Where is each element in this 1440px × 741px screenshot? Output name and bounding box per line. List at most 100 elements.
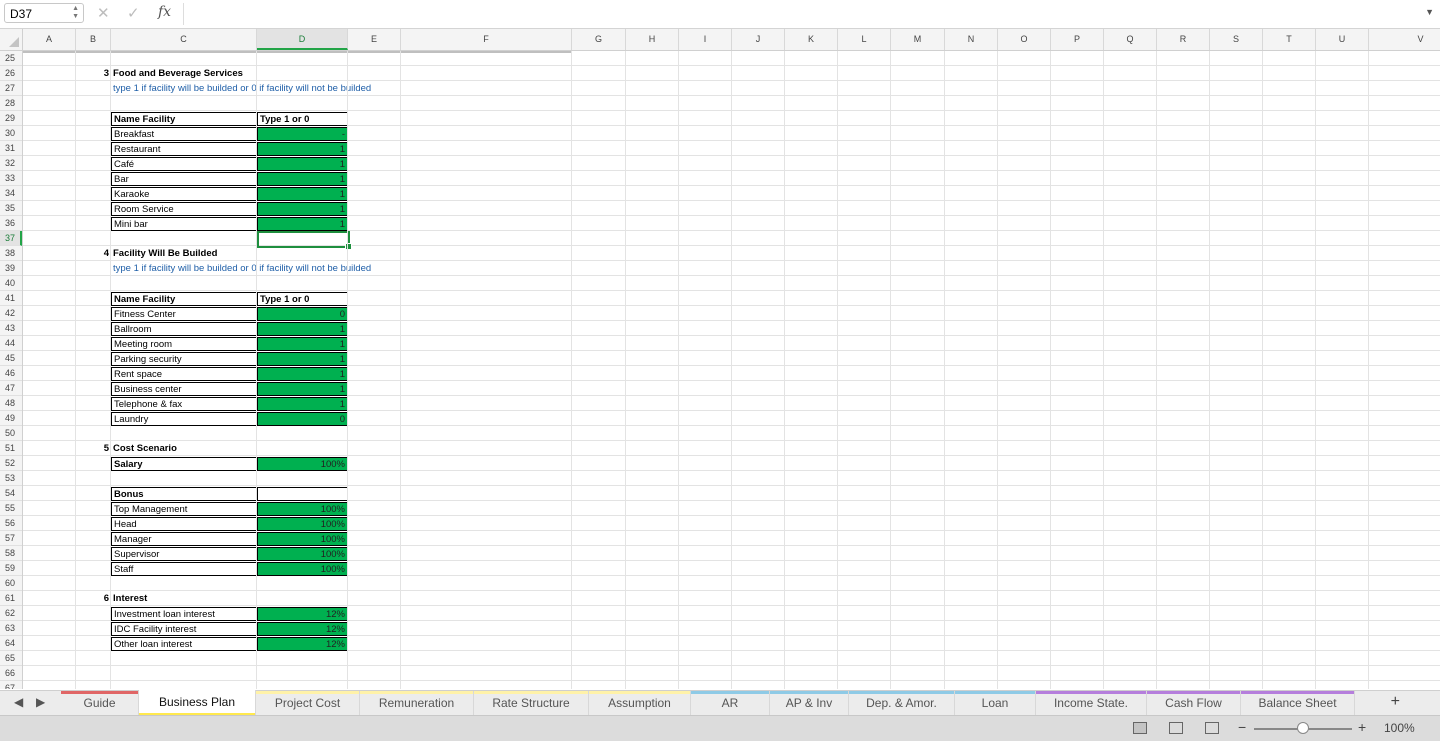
row-header[interactable]: 41	[0, 291, 22, 306]
page-layout-view-icon[interactable]	[1169, 722, 1183, 734]
row-header[interactable]: 59	[0, 561, 22, 576]
add-sheet-button[interactable]: +	[1391, 693, 1400, 711]
zoom-out-button[interactable]: −	[1238, 719, 1246, 735]
column-header-m[interactable]: M	[891, 29, 945, 50]
row-header[interactable]: 55	[0, 501, 22, 516]
row-header[interactable]: 47	[0, 381, 22, 396]
select-all-button[interactable]	[0, 29, 23, 50]
row-header[interactable]: 56	[0, 516, 22, 531]
chevron-down-icon[interactable]: ▼	[1425, 7, 1434, 17]
table-cell-name[interactable]: Café	[111, 157, 258, 171]
row-header[interactable]: 33	[0, 171, 22, 186]
table-cell-value[interactable]: 100%	[257, 562, 348, 576]
check-icon[interactable]: ✓	[127, 4, 140, 22]
table-cell-name[interactable]: Restaurant	[111, 142, 258, 156]
row-header[interactable]: 38	[0, 246, 22, 261]
table-cell-value[interactable]: 1	[257, 187, 348, 201]
column-header-c[interactable]: C	[111, 29, 257, 50]
table-cell-value[interactable]: 1	[257, 172, 348, 186]
row-header[interactable]: 64	[0, 636, 22, 651]
column-header-q[interactable]: Q	[1104, 29, 1157, 50]
row-header[interactable]: 27	[0, 81, 22, 96]
row-header[interactable]: 51	[0, 441, 22, 456]
selected-cell[interactable]	[257, 231, 352, 250]
row-header[interactable]: 62	[0, 606, 22, 621]
table-cell-name[interactable]: Staff	[111, 562, 258, 576]
table-cell-name[interactable]: IDC Facility interest	[111, 622, 258, 636]
table-cell-value[interactable]: 12%	[257, 637, 348, 651]
zoom-in-button[interactable]: +	[1358, 719, 1366, 735]
table-cell-name[interactable]: Ballroom	[111, 322, 258, 336]
column-header-l[interactable]: L	[838, 29, 891, 50]
table-cell-name[interactable]: Investment loan interest	[111, 607, 258, 621]
column-header-d[interactable]: D	[257, 29, 348, 50]
table-cell-value[interactable]: 100%	[257, 517, 348, 531]
table-cell-value[interactable]: 100%	[257, 547, 348, 561]
table-cell-value[interactable]: 1	[257, 322, 348, 336]
row-header[interactable]: 42	[0, 306, 22, 321]
sheet-tab-income-state[interactable]: Income State.	[1036, 691, 1147, 715]
salary-value[interactable]: 100%	[257, 457, 348, 471]
row-header[interactable]: 54	[0, 486, 22, 501]
row-header[interactable]: 50	[0, 426, 22, 441]
sheet-tab-rate-structure[interactable]: Rate Structure	[474, 691, 589, 715]
row-header[interactable]: 43	[0, 321, 22, 336]
table-cell-value[interactable]: 100%	[257, 532, 348, 546]
column-header-k[interactable]: K	[785, 29, 838, 50]
table-cell-name[interactable]: Breakfast	[111, 127, 258, 141]
zoom-slider-handle[interactable]	[1297, 722, 1309, 734]
row-header[interactable]: 49	[0, 411, 22, 426]
close-icon[interactable]: ✕	[97, 4, 110, 22]
row-header[interactable]: 25	[0, 51, 22, 66]
table-cell-name[interactable]: Meeting room	[111, 337, 258, 351]
column-header-s[interactable]: S	[1210, 29, 1263, 50]
bonus-header[interactable]: Bonus	[111, 487, 258, 501]
table-header-type[interactable]: Type 1 or 0	[257, 112, 348, 126]
row-header[interactable]: 61	[0, 591, 22, 606]
table-cell-name[interactable]: Parking security	[111, 352, 258, 366]
column-header-h[interactable]: H	[626, 29, 679, 50]
table-cell-value[interactable]: 0	[257, 412, 348, 426]
row-header[interactable]: 39	[0, 261, 22, 276]
table-cell-value[interactable]: 1	[257, 352, 348, 366]
bonus-header-value[interactable]	[257, 487, 348, 501]
column-header-b[interactable]: B	[76, 29, 111, 50]
row-header[interactable]: 63	[0, 621, 22, 636]
column-header-n[interactable]: N	[945, 29, 998, 50]
table-cell-name[interactable]: Rent space	[111, 367, 258, 381]
table-cell-name[interactable]: Telephone & fax	[111, 397, 258, 411]
table-cell-value[interactable]: 1	[257, 382, 348, 396]
table-cell-name[interactable]: Supervisor	[111, 547, 258, 561]
row-header[interactable]: 32	[0, 156, 22, 171]
row-header[interactable]: 34	[0, 186, 22, 201]
sheet-tab-project-cost[interactable]: Project Cost	[256, 691, 360, 715]
table-cell-value[interactable]: 12%	[257, 622, 348, 636]
row-header[interactable]: 30	[0, 126, 22, 141]
table-cell-value[interactable]: 1	[257, 397, 348, 411]
sheet-tab-loan[interactable]: Loan	[955, 691, 1036, 715]
row-header[interactable]: 28	[0, 96, 22, 111]
table-cell-value[interactable]: 0	[257, 307, 348, 321]
sheet-tab-cash-flow[interactable]: Cash Flow	[1147, 691, 1241, 715]
row-header[interactable]: 48	[0, 396, 22, 411]
name-box-stepper-icon[interactable]: ▲ ▼	[72, 5, 79, 21]
row-header[interactable]: 29	[0, 111, 22, 126]
table-cell-name[interactable]: Head	[111, 517, 258, 531]
table-cell-value[interactable]: 1	[257, 157, 348, 171]
column-header-f[interactable]: F	[401, 29, 572, 50]
column-header-v[interactable]: V	[1369, 29, 1440, 50]
row-header[interactable]: 26	[0, 66, 22, 81]
table-cell-value[interactable]: 100%	[257, 502, 348, 516]
table-cell-value[interactable]: 1	[257, 217, 348, 231]
sheet-tab-ar[interactable]: AR	[691, 691, 770, 715]
scroll-left-icon[interactable]: ◀	[14, 695, 23, 709]
table-cell-value[interactable]: 1	[257, 337, 348, 351]
row-header[interactable]: 31	[0, 141, 22, 156]
table-cell-name[interactable]: Mini bar	[111, 217, 258, 231]
table-header-name[interactable]: Name Facility	[111, 112, 258, 126]
salary-label[interactable]: Salary	[111, 457, 258, 471]
sheet-tab-guide[interactable]: Guide	[61, 691, 139, 715]
row-header[interactable]: 46	[0, 366, 22, 381]
table-cell-value[interactable]: 1	[257, 367, 348, 381]
table-cell-name[interactable]: Manager	[111, 532, 258, 546]
